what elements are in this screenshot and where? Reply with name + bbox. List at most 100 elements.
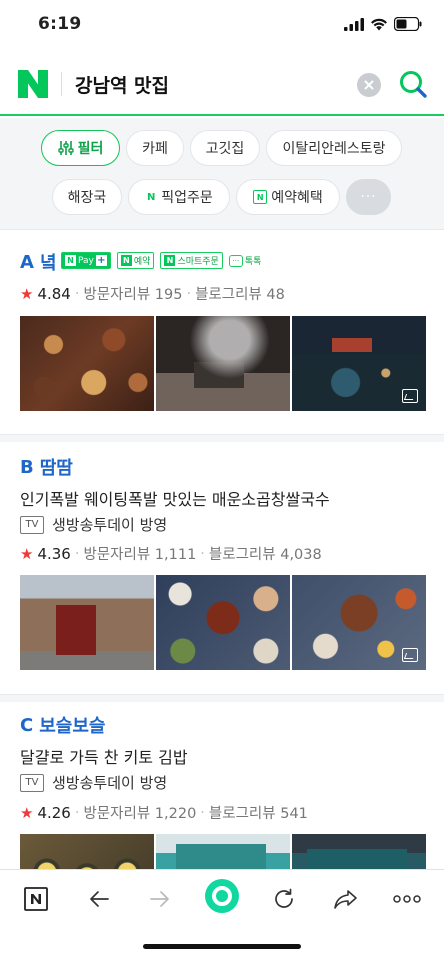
forward-button[interactable] — [144, 883, 176, 915]
naver-n-icon: N — [147, 191, 156, 203]
place-photo[interactable] — [20, 834, 154, 869]
photo-strip — [20, 834, 426, 869]
forward-icon — [150, 891, 169, 907]
home-indicator — [143, 944, 301, 949]
chip-cafe[interactable]: 카페 — [126, 130, 184, 166]
search-icon — [400, 71, 427, 98]
talktalk-tag: ··· 톡톡 — [228, 252, 261, 269]
more-icon: ··· — [360, 189, 377, 205]
battery-icon — [394, 17, 422, 31]
chip-label: 해장국 — [67, 190, 107, 206]
place-tags: N Pay + N 예약 N 스마트주문 ··· 톡톡 — [61, 252, 261, 269]
star-icon: ★ — [20, 284, 34, 303]
naver-pay-tag: N Pay + — [61, 252, 111, 269]
naver-home-icon — [24, 887, 48, 911]
more-chips-button[interactable]: ··· — [346, 179, 391, 215]
green-dot-button[interactable] — [205, 879, 239, 913]
calendar-n-icon: N — [253, 190, 268, 204]
list-item[interactable]: B 땀땀 인기폭발 웨이팅폭발 맛있는 매운소곱창쌀국수 TV 생방송투데이 방… — [0, 442, 444, 694]
chip-label: 예약혜택 — [271, 190, 323, 206]
blog-reviews[interactable]: 블로그리뷰 541 — [209, 802, 308, 823]
smart-order-tag: N 스마트주문 — [160, 252, 223, 269]
status-time: 6:19 — [38, 14, 82, 34]
place-photo[interactable] — [20, 575, 154, 670]
chip-bbq[interactable]: 고깃집 — [190, 130, 260, 166]
place-photo[interactable] — [156, 834, 290, 869]
filter-chip-label: 필터 — [77, 141, 104, 157]
star-icon: ★ — [20, 803, 34, 822]
place-rating: ★ 4.84 · 방문자리뷰 195 · 블로그리뷰 48 — [20, 283, 285, 304]
place-name: 녘 — [39, 253, 57, 274]
tv-icon: TV — [20, 773, 44, 792]
green-dot-icon — [212, 886, 232, 906]
more-icon — [393, 895, 421, 903]
list-item[interactable]: A 녘 N Pay + N 예약 N 스마트주문 ··· 톡톡 ★ 4.84 ·… — [0, 231, 444, 434]
chat-icon: ··· — [228, 254, 243, 267]
chip-label: 이탈리안레스토랑 — [282, 141, 386, 157]
place-photo[interactable] — [292, 834, 426, 869]
photo-strip — [20, 316, 426, 411]
tv-broadcast-line: TV 생방송투데이 방영 — [20, 772, 167, 793]
search-button[interactable] — [398, 69, 428, 99]
reserve-tag: N 예약 — [116, 252, 155, 269]
filter-icon — [57, 141, 74, 155]
visitor-reviews[interactable]: 방문자리뷰 195 — [83, 283, 182, 304]
reload-icon — [275, 888, 293, 908]
place-letter: A — [20, 251, 34, 273]
gallery-icon — [402, 648, 418, 662]
header-divider — [61, 72, 62, 96]
blog-reviews[interactable]: 블로그리뷰 4,038 — [209, 543, 322, 564]
place-description: 인기폭발 웨이팅폭발 맛있는 매운소곱창쌀국수 — [20, 490, 330, 509]
search-header: 강남역 맛집 — [0, 52, 444, 116]
section-divider — [0, 694, 444, 702]
visitor-reviews[interactable]: 방문자리뷰 1,111 — [83, 543, 196, 564]
place-name: 보슬보슬 — [39, 716, 106, 737]
section-divider — [0, 434, 444, 442]
blog-reviews[interactable]: 블로그리뷰 48 — [195, 283, 285, 304]
reload-button[interactable] — [268, 883, 300, 915]
star-icon: ★ — [20, 544, 34, 563]
search-input[interactable]: 강남역 맛집 — [75, 71, 169, 98]
gallery-icon — [402, 389, 418, 403]
chip-label: 카페 — [142, 141, 168, 157]
list-item[interactable]: C 보슬보슬 달걀로 가득 찬 키토 김밥 TV 생방송투데이 방영 ★ 4.2… — [0, 702, 444, 869]
clear-icon — [364, 80, 374, 90]
clear-button[interactable] — [357, 73, 381, 97]
chip-reservation-benefit[interactable]: N 예약혜택 — [236, 179, 340, 215]
place-rating: ★ 4.26 · 방문자리뷰 1,220 · 블로그리뷰 541 — [20, 802, 308, 823]
place-photo[interactable] — [20, 316, 154, 411]
tv-text: 생방송투데이 방영 — [52, 774, 168, 792]
place-photo[interactable] — [156, 575, 290, 670]
tv-broadcast-line: TV 생방송투데이 방영 — [20, 514, 167, 535]
place-description: 달걀로 가득 찬 키토 김밥 — [20, 748, 188, 767]
tv-icon: TV — [20, 515, 44, 534]
place-photo[interactable] — [292, 316, 426, 411]
naver-logo[interactable] — [18, 70, 48, 98]
place-letter: B — [20, 456, 34, 478]
tv-text: 생방송투데이 방영 — [52, 516, 168, 534]
home-button[interactable] — [20, 883, 52, 915]
back-button[interactable] — [83, 883, 115, 915]
share-icon — [334, 890, 357, 909]
photo-strip — [20, 575, 426, 670]
visitor-reviews[interactable]: 방문자리뷰 1,220 — [83, 802, 196, 823]
place-title[interactable]: B 땀땀 — [20, 454, 73, 480]
filter-chip[interactable]: 필터 — [41, 130, 120, 166]
chip-pickup-order[interactable]: N 픽업주문 — [128, 179, 230, 215]
place-letter: C — [20, 714, 34, 736]
chip-label: 픽업주문 — [161, 190, 213, 206]
more-button[interactable] — [391, 883, 423, 915]
wifi-icon — [371, 18, 387, 30]
share-button[interactable] — [330, 883, 362, 915]
place-rating: ★ 4.36 · 방문자리뷰 1,111 · 블로그리뷰 4,038 — [20, 543, 322, 564]
place-photo[interactable] — [292, 575, 426, 670]
place-name: 땀땀 — [39, 458, 73, 479]
back-icon — [90, 891, 109, 907]
place-title[interactable]: A 녘 — [20, 249, 57, 275]
chip-italian[interactable]: 이탈리안레스토랑 — [266, 130, 402, 166]
filter-chip-area: 필터 카페 고깃집 이탈리안레스토랑 해장국 N 픽업주문 N 예약혜택 ··· — [0, 118, 444, 230]
chip-haejangguk[interactable]: 해장국 — [52, 179, 122, 215]
plus-icon: + — [95, 255, 107, 266]
place-title[interactable]: C 보슬보슬 — [20, 712, 105, 738]
place-photo[interactable] — [156, 316, 290, 411]
